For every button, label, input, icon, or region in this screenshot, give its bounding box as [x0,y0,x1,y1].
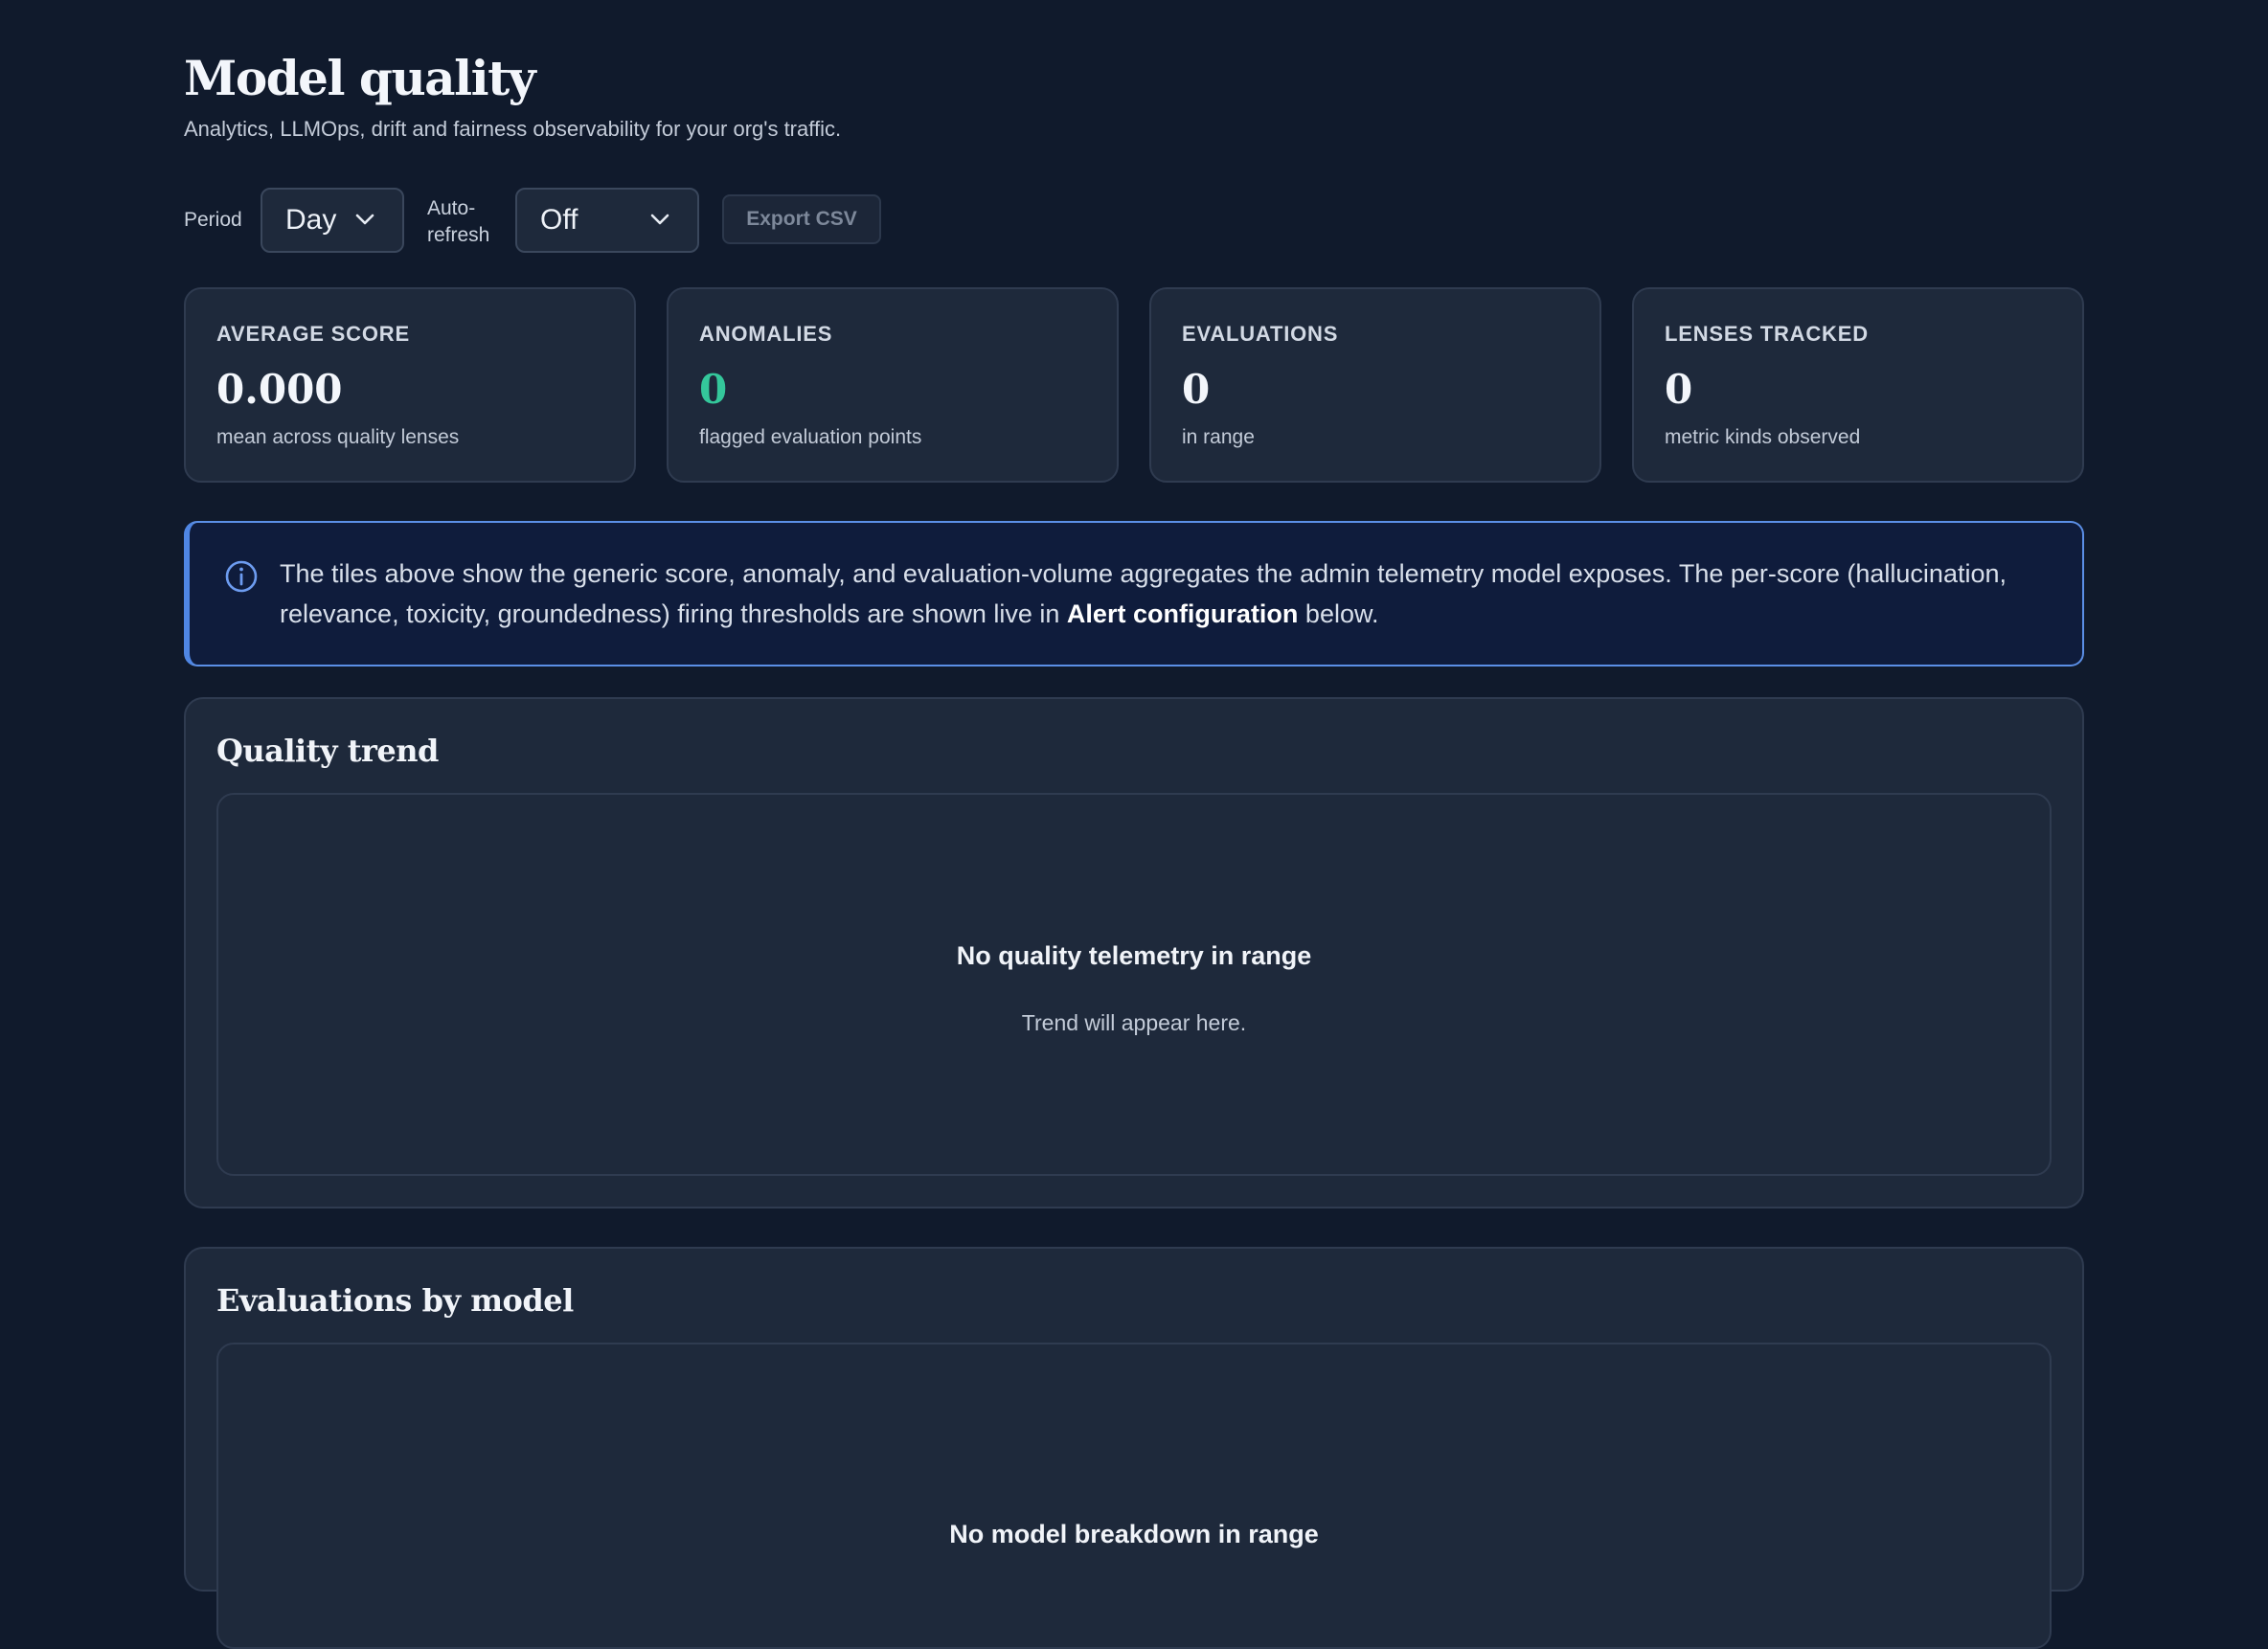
evaluations-by-model-empty-state: No model breakdown in range [216,1343,2052,1649]
chevron-down-icon [355,214,374,225]
toolbar: Period Day Auto- refresh Off Export CSV [184,188,1142,257]
stat-label: EVALUATIONS [1182,322,1339,346]
empty-state-title: No model breakdown in range [949,1520,1319,1548]
info-icon [225,560,258,593]
autorefresh-select-value: Off [540,204,578,236]
stat-value: 0 [699,366,728,413]
stat-value: 0.000 [216,366,343,413]
page-subtitle: Analytics, LLMOps, drift and fairness ob… [184,117,842,141]
period-label: Period [184,209,242,231]
autorefresh-label: Auto- refresh [427,197,490,246]
stat-label: AVERAGE SCORE [216,322,410,346]
stat-card-evaluations: EVALUATIONS 0 in range [1149,287,1601,483]
period-select-value: Day [285,204,337,236]
quality-trend-empty-state: No quality telemetry in range Trend will… [216,793,2052,1176]
stat-caption: mean across quality lenses [216,426,460,448]
stat-caption: metric kinds observed [1665,426,1861,448]
stat-value: 0 [1182,366,1211,413]
alert-configuration-ref: Alert configuration [1066,599,1299,628]
export-csv-button[interactable]: Export CSV [722,194,881,244]
quality-trend-panel: Quality trend No quality telemetry in ra… [184,697,2084,1209]
stat-caption: flagged evaluation points [699,426,922,448]
autorefresh-select[interactable]: Off [515,188,699,253]
panel-title: Evaluations by model [216,1282,574,1319]
stat-card-lenses-tracked: LENSES TRACKED 0 metric kinds observed [1632,287,2084,483]
stat-caption: in range [1182,426,1255,448]
stat-label: LENSES TRACKED [1665,322,1869,346]
panel-title: Quality trend [216,733,439,769]
stat-card-average-score: AVERAGE SCORE 0.000 mean across quality … [184,287,636,483]
stat-value: 0 [1665,366,1693,413]
empty-state-subtitle: Trend will appear here. [1021,1010,1247,1035]
evaluations-by-model-panel: Evaluations by model No model breakdown … [184,1247,2084,1649]
chevron-down-icon [650,214,669,225]
empty-state-title: No quality telemetry in range [956,941,1312,970]
stat-label: ANOMALIES [699,322,833,346]
info-text: The tiles above show the generic score, … [280,559,2007,628]
info-banner: The tiles above show the generic score, … [184,521,2084,666]
page-title: Model quality [184,50,536,106]
period-select[interactable]: Day [261,188,404,253]
stat-card-anomalies: ANOMALIES 0 flagged evaluation points [667,287,1119,483]
